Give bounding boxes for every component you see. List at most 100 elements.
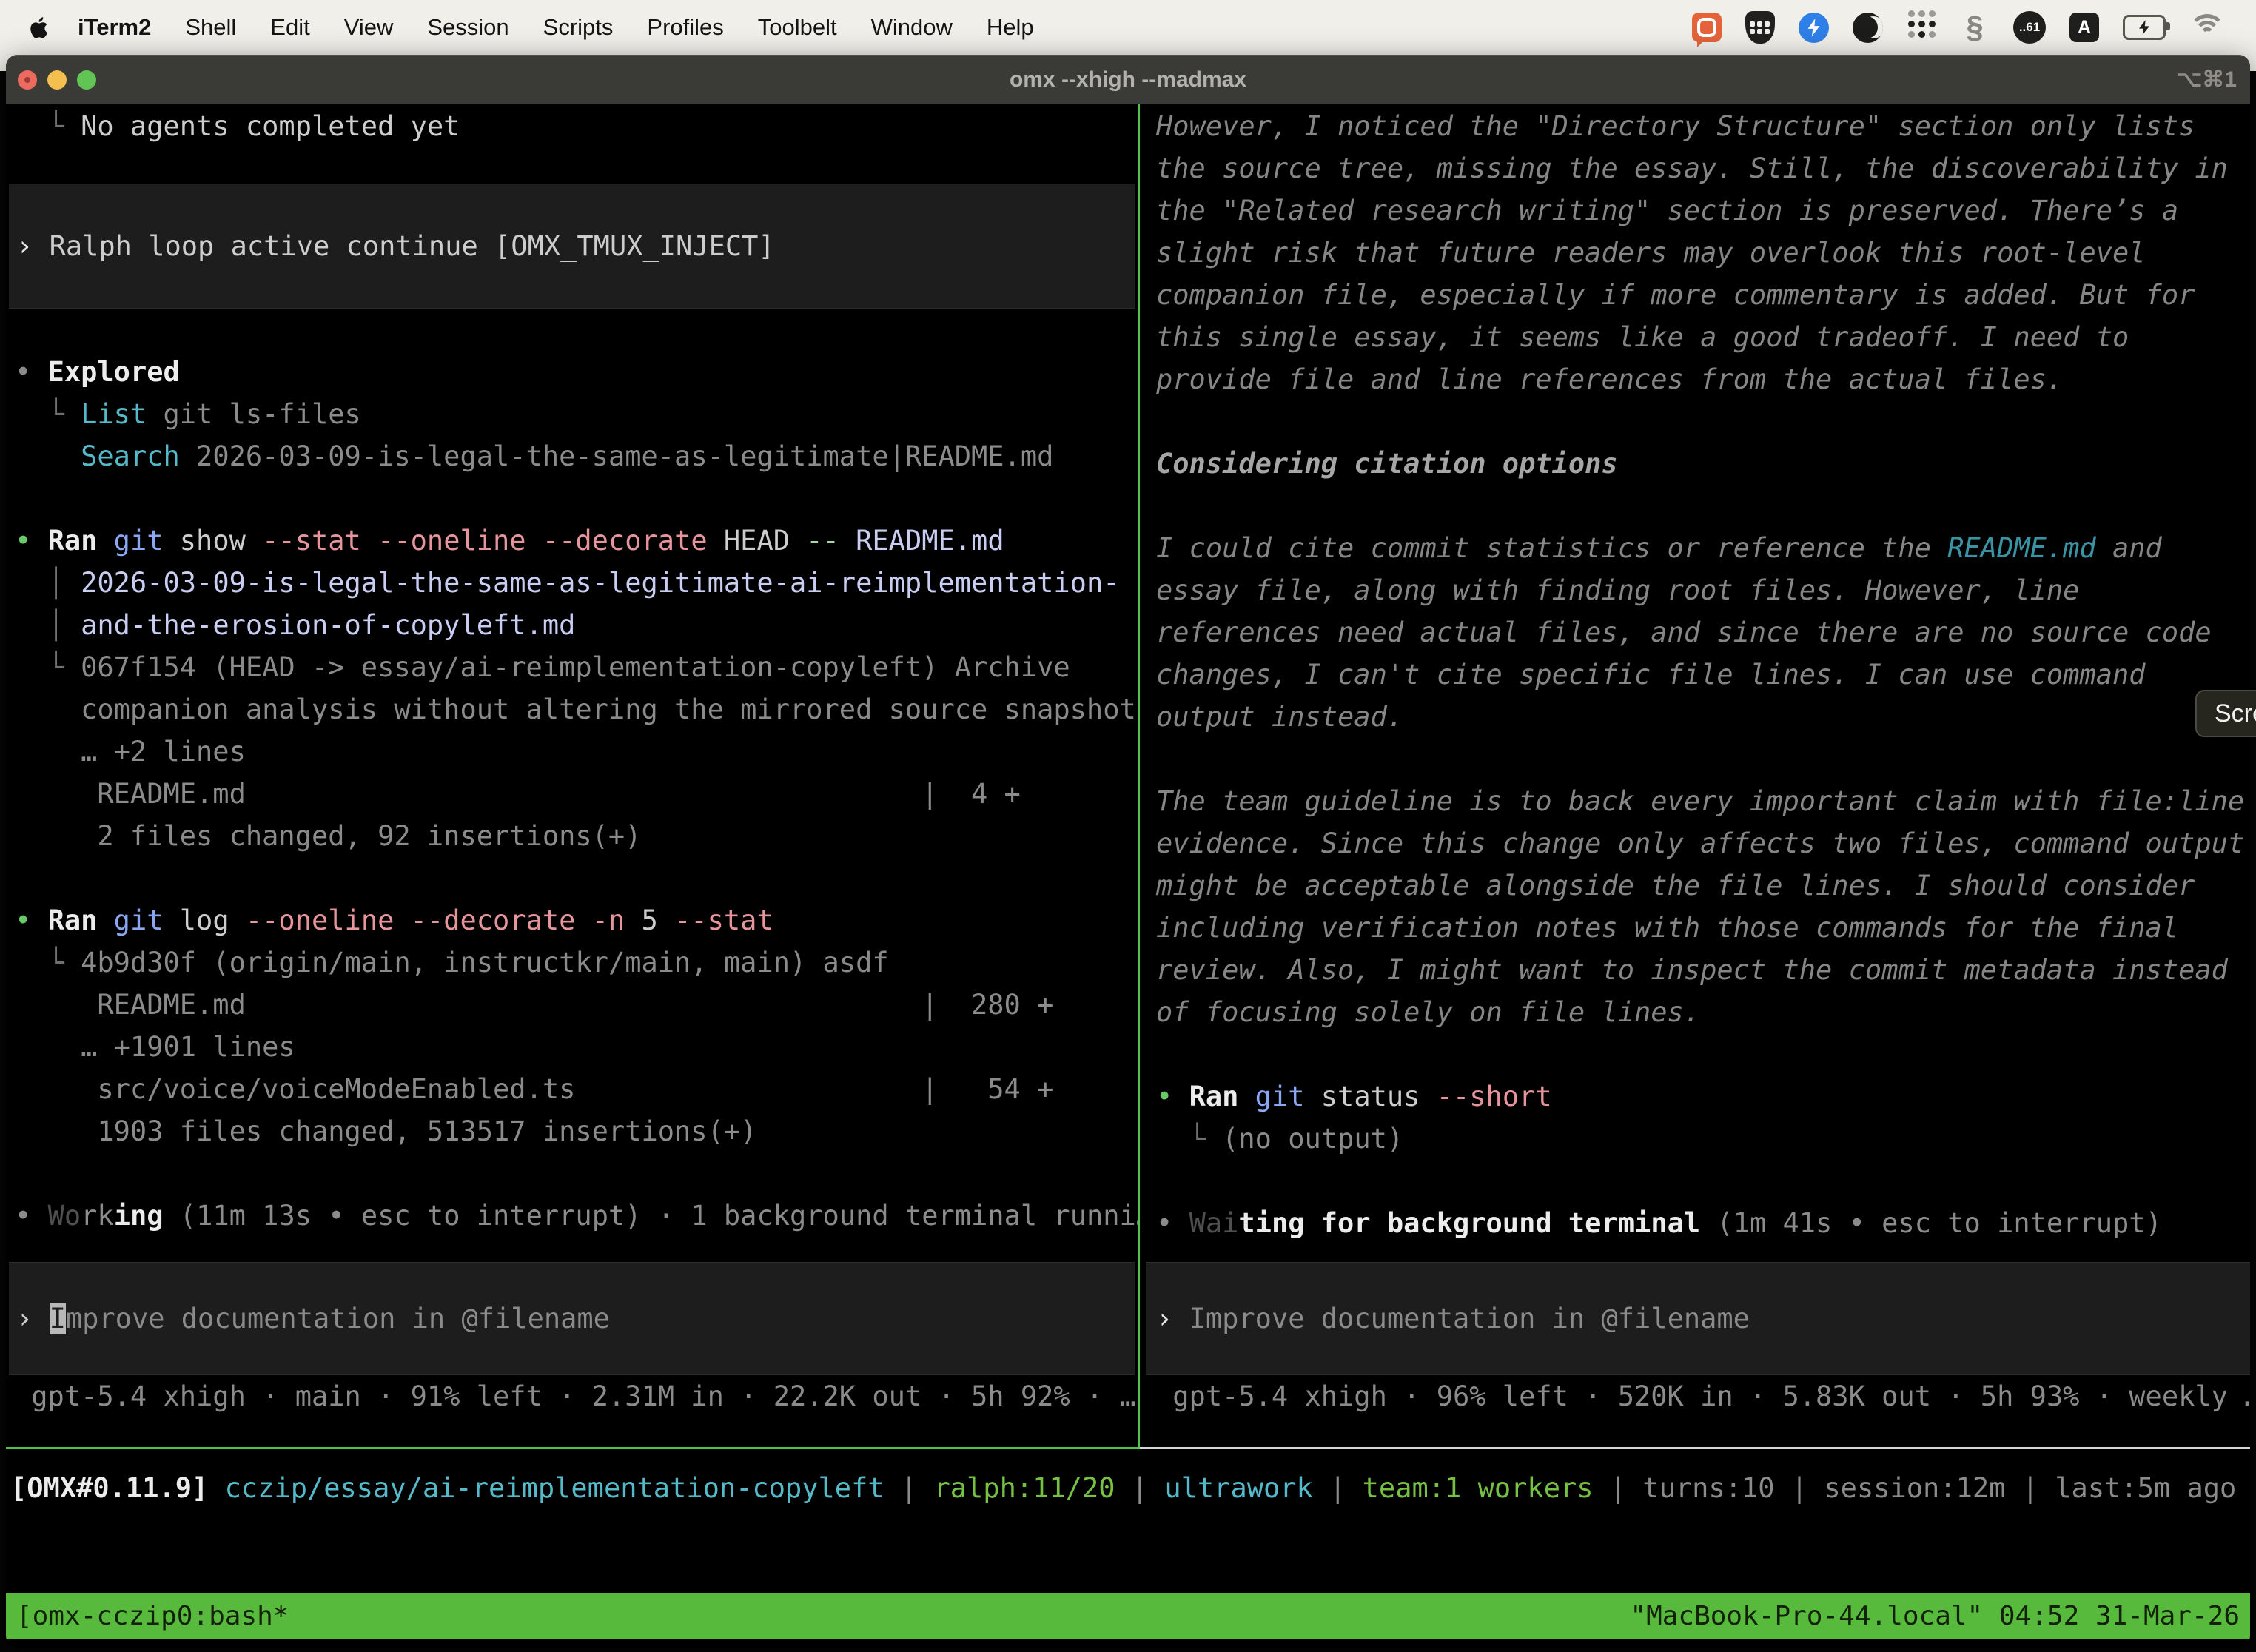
text-segment: references need actual files, and since … bbox=[1156, 617, 2212, 648]
terminal-line: │ 2026-03-09-is-legal-the-same-as-legiti… bbox=[6, 562, 1138, 604]
omx-status-segment: cczip/essay/ai-reimplementation-copyleft bbox=[225, 1472, 884, 1504]
macos-menu-bar: iTerm2 Shell Edit View Session Scripts Profile… bbox=[0, 0, 2256, 55]
omx-status-segment: | bbox=[884, 1472, 934, 1504]
text-segment: Ran bbox=[48, 904, 98, 936]
text-segment: ting for background terminal bbox=[1238, 1207, 1700, 1239]
text-segment: README.md bbox=[1947, 532, 2095, 564]
wifi-icon[interactable] bbox=[2189, 14, 2225, 41]
tmux-pane-right[interactable]: However, I noticed the "Directory Struct… bbox=[1140, 104, 2250, 1449]
prompt-input[interactable]: › Improve documentation in @filename bbox=[1146, 1262, 2250, 1375]
menu-item-session[interactable]: Session bbox=[427, 14, 508, 40]
text-segment: Considering citation options bbox=[1156, 448, 1618, 480]
window-title-bar[interactable]: omx --xhigh --madmax ⌥⌘1 bbox=[6, 55, 2250, 104]
terminal-line: essay file, along with finding root file… bbox=[1140, 569, 2250, 611]
text-segment: Explored bbox=[48, 356, 180, 388]
text-segment: review. Also, I might want to inspect th… bbox=[1156, 954, 2228, 986]
omx-status-segment: ultrawork bbox=[1164, 1472, 1312, 1504]
text-segment: and-the-erosion-of-copyleft.md bbox=[81, 609, 575, 641]
waiting-status: • Waiting for background terminal (1m 41… bbox=[1140, 1202, 2250, 1244]
terminal-line: • Explored bbox=[6, 351, 1138, 393]
text-segment: show bbox=[164, 525, 246, 557]
menu-item-iterm2[interactable]: iTerm2 bbox=[78, 14, 151, 40]
menu-item-shell[interactable]: Shell bbox=[185, 14, 236, 40]
spacer bbox=[6, 147, 1138, 184]
terminal-line bbox=[6, 857, 1138, 899]
shield-icon[interactable] bbox=[1745, 11, 1775, 44]
terminal-line: companion analysis without altering the … bbox=[6, 688, 1138, 731]
omx-status-segment: last:5m ago bbox=[2055, 1472, 2236, 1504]
menu-item-window[interactable]: Window bbox=[871, 14, 953, 40]
chat-icon[interactable] bbox=[1692, 13, 1722, 42]
apple-menu[interactable] bbox=[30, 16, 50, 40]
minimize-button[interactable] bbox=[47, 70, 67, 90]
tmux-status-bar: [omx-cczip0:bash* "MacBook-Pro-44.local"… bbox=[6, 1593, 2250, 1639]
window-shortcut-badge: ⌥⌘1 bbox=[2177, 67, 2237, 93]
omx-status-segment: session:12m bbox=[1824, 1472, 2005, 1504]
text-segment: src/voice/voiceModeEnabled.ts | 54 + bbox=[15, 1073, 1053, 1105]
omx-status-segment: | bbox=[2005, 1472, 2055, 1504]
terminal-line: the source tree, missing the essay. Stil… bbox=[1140, 147, 2250, 189]
text-segment: this single essay, it seems like a good … bbox=[1156, 321, 2129, 353]
tmux-host-datetime: "MacBook-Pro-44.local" 04:52 31-Mar-26 bbox=[1630, 1601, 2240, 1631]
text-segment: --stat bbox=[658, 904, 773, 936]
text-segment: evidence. Since this change only affects… bbox=[1156, 827, 2244, 859]
iterm2-window: omx --xhigh --madmax ⌥⌘1 └ No agents com… bbox=[6, 55, 2250, 1648]
text-segment: slight risk that future readers may over… bbox=[1156, 237, 2146, 269]
input-source-icon[interactable]: A bbox=[2069, 13, 2099, 42]
grid-icon[interactable] bbox=[1907, 10, 1936, 44]
text-segment: Search bbox=[81, 440, 180, 472]
terminal-line: of focusing solely on file lines. bbox=[1140, 991, 2250, 1033]
menu-item-edit[interactable]: Edit bbox=[270, 14, 309, 40]
text-segment: and bbox=[2096, 532, 2162, 564]
thinking-heading: Considering citation options bbox=[1140, 443, 2250, 485]
terminal-line: output instead. bbox=[1140, 696, 2250, 738]
terminal-line: the "Related research writing" section i… bbox=[1140, 189, 2250, 232]
menu-item-scripts[interactable]: Scripts bbox=[543, 14, 614, 40]
text-segment: git ls-files bbox=[147, 398, 361, 430]
text-segment: (no output) bbox=[1222, 1123, 1403, 1155]
omx-status-segment: [OMX#0.11.9] bbox=[10, 1472, 208, 1504]
text-segment: gpt-5.4 xhigh · 96% left · 520K in · 5.8… bbox=[1156, 1380, 2250, 1412]
terminal-line: • Ran git status --short bbox=[1140, 1075, 2250, 1118]
omx-status-segment bbox=[208, 1472, 224, 1504]
text-segment: List bbox=[81, 398, 147, 430]
text-segment: › bbox=[16, 1303, 50, 1334]
zoom-button[interactable] bbox=[77, 70, 96, 90]
close-button[interactable] bbox=[18, 70, 37, 90]
text-segment: › bbox=[16, 230, 50, 262]
squiggle-icon[interactable]: § bbox=[1960, 10, 1990, 44]
text-segment: Wo bbox=[48, 1200, 81, 1232]
text-segment: --short bbox=[1420, 1081, 1551, 1112]
ralph-loop-input[interactable]: › Ralph loop active continue [OMX_TMUX_I… bbox=[9, 184, 1135, 309]
text-segment: of focusing solely on file lines. bbox=[1156, 996, 1700, 1028]
spacer bbox=[1140, 1244, 2250, 1262]
text-cursor: I bbox=[50, 1303, 66, 1334]
terminal-line: • Ran git log --oneline --decorate -n 5 … bbox=[6, 899, 1138, 941]
terminal-line: provide file and line references from th… bbox=[1140, 358, 2250, 400]
terminal-line: └ No agents completed yet bbox=[6, 105, 1138, 147]
terminal-line bbox=[1140, 1033, 2250, 1075]
prompt-input[interactable]: › Improve documentation in @filename bbox=[9, 1262, 1135, 1375]
omx-status-segment: | bbox=[1313, 1472, 1363, 1504]
text-segment: └ bbox=[15, 110, 81, 142]
text-segment: (1m 41s • esc to interrupt) bbox=[1700, 1207, 2162, 1239]
omx-status-segment: team:1 workers bbox=[1363, 1472, 1594, 1504]
menu-item-toolbelt[interactable]: Toolbelt bbox=[758, 14, 837, 40]
tmux-session-window: [omx-cczip0:bash* bbox=[16, 1601, 289, 1631]
battery-percent-icon[interactable]: ..61 bbox=[2013, 11, 2046, 44]
screen-share-indicator-label: Scre bbox=[2215, 699, 2256, 728]
text-segment: • bbox=[15, 904, 48, 936]
terminal-line: └ List git ls-files bbox=[6, 393, 1138, 435]
disk-icon[interactable] bbox=[1853, 13, 1883, 43]
text-segment: However, I noticed the "Directory Struct… bbox=[1156, 110, 2195, 142]
omx-status-segment: turns:10 bbox=[1642, 1472, 1774, 1504]
battery-icon[interactable] bbox=[2123, 15, 2166, 40]
screen-share-indicator[interactable]: Scre bbox=[2195, 690, 2256, 737]
menu-item-profiles[interactable]: Profiles bbox=[647, 14, 723, 40]
sync-icon[interactable] bbox=[1799, 13, 1829, 43]
menu-item-view[interactable]: View bbox=[344, 14, 394, 40]
text-segment: 067f154 (HEAD -> essay/ai-reimplementati… bbox=[81, 651, 1070, 683]
tmux-pane-left[interactable]: └ No agents completed yet › Ralph loop ac… bbox=[6, 104, 1138, 1449]
text-segment: … +1901 lines bbox=[15, 1031, 295, 1063]
menu-item-help[interactable]: Help bbox=[987, 14, 1034, 40]
